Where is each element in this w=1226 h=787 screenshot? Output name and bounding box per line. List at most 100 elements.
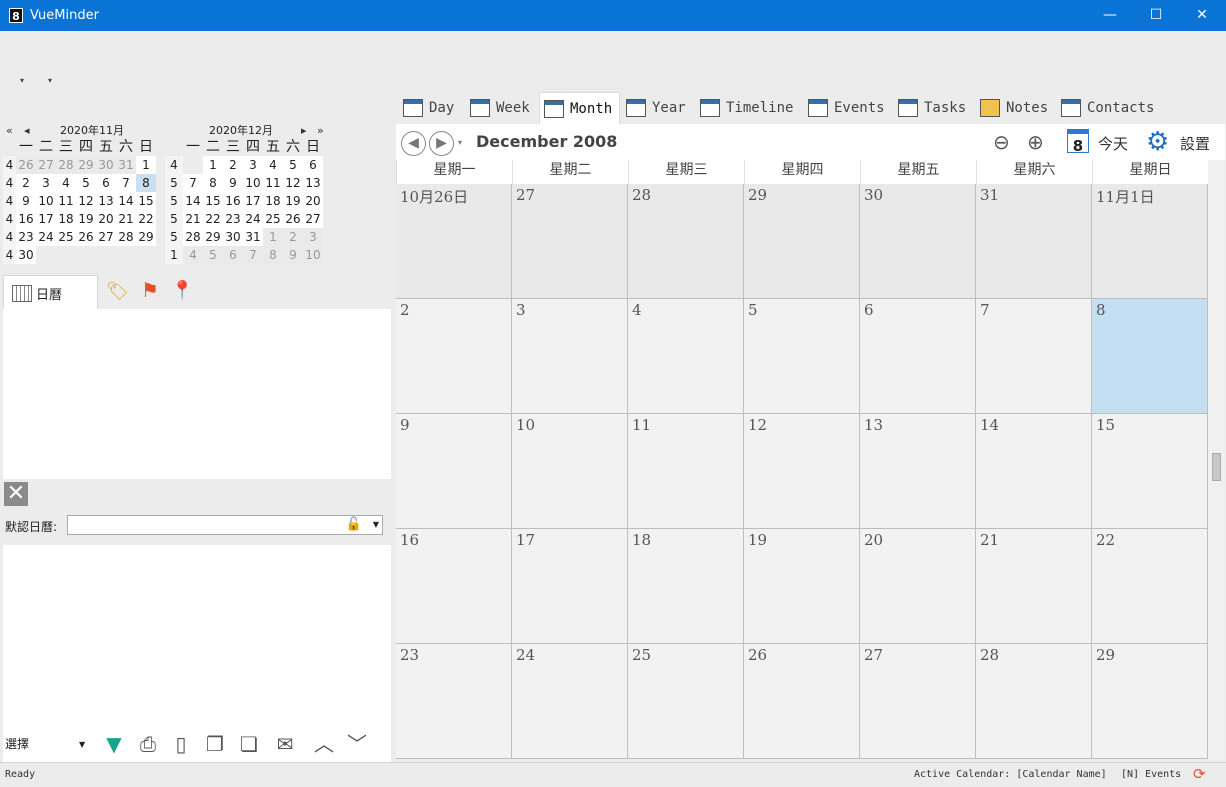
- next-month-button[interactable]: ▸: [301, 124, 307, 137]
- close-button[interactable]: ✕: [1179, 0, 1225, 31]
- tab-day[interactable]: Day: [403, 92, 463, 124]
- default-calendar-select[interactable]: 🔓 ▼: [67, 515, 383, 535]
- mini-cal-day[interactable]: 26: [76, 228, 96, 246]
- mini-cal-day[interactable]: 29: [76, 156, 96, 174]
- mini-cal-day[interactable]: 21: [116, 210, 136, 228]
- mini-cal-day[interactable]: 18: [263, 192, 283, 210]
- mini-cal-day[interactable]: 23: [16, 228, 36, 246]
- day-cell[interactable]: 22: [1092, 529, 1207, 643]
- mini-cal-day[interactable]: 19: [283, 192, 303, 210]
- day-cell[interactable]: 5: [744, 299, 859, 413]
- settings-button[interactable]: 設置: [1180, 133, 1210, 154]
- mini-cal-day[interactable]: 4: [56, 174, 76, 192]
- mini-cal-day[interactable]: 13: [303, 174, 323, 192]
- day-cell[interactable]: 29: [1092, 644, 1207, 758]
- day-cell[interactable]: 28: [976, 644, 1091, 758]
- down-arrow-icon[interactable]: ﹀: [345, 731, 369, 757]
- mini-cal-day[interactable]: 9: [16, 192, 36, 210]
- day-cell[interactable]: 4: [628, 299, 743, 413]
- mini-cal-day[interactable]: 2: [283, 228, 303, 246]
- day-cell[interactable]: 30: [860, 184, 975, 298]
- prev-period-button[interactable]: ◀: [401, 131, 426, 156]
- day-cell[interactable]: 9: [396, 414, 511, 528]
- mini-cal-day[interactable]: 23: [223, 210, 243, 228]
- mini-cal-day[interactable]: 16: [16, 210, 36, 228]
- mini-cal-day[interactable]: 16: [223, 192, 243, 210]
- next-year-button[interactable]: »: [317, 124, 324, 137]
- day-cell[interactable]: 15: [1092, 414, 1207, 528]
- vertical-scrollbar[interactable]: [1208, 160, 1225, 760]
- mini-cal-day[interactable]: 22: [203, 210, 223, 228]
- today-button[interactable]: 今天: [1098, 133, 1128, 154]
- day-cell[interactable]: 28: [628, 184, 743, 298]
- mini-cal-day[interactable]: 28: [183, 228, 203, 246]
- mini-cal-day[interactable]: 9: [223, 174, 243, 192]
- chevron-down-icon[interactable]: ▾: [458, 138, 462, 147]
- zoom-out-icon[interactable]: ⊖: [993, 130, 1010, 154]
- mini-cal-day[interactable]: 9: [283, 246, 303, 264]
- mini-cal-day[interactable]: 7: [243, 246, 263, 264]
- mini-cal-day[interactable]: 7: [116, 174, 136, 192]
- tab-year[interactable]: Year: [626, 92, 688, 124]
- mini-cal-day[interactable]: 30: [223, 228, 243, 246]
- day-cell[interactable]: 6: [860, 299, 975, 413]
- prev-month-button[interactable]: ◂: [24, 124, 30, 137]
- mini-cal-day[interactable]: 28: [116, 228, 136, 246]
- mini-cal-day[interactable]: 27: [96, 228, 116, 246]
- day-cell[interactable]: 26: [744, 644, 859, 758]
- copy-icon[interactable]: ❐: [203, 731, 227, 757]
- zoom-in-icon[interactable]: ⊕: [1027, 130, 1044, 154]
- mini-cal-day[interactable]: 5: [203, 246, 223, 264]
- mini-cal-day[interactable]: 27: [36, 156, 56, 174]
- mini-cal-day[interactable]: 3: [36, 174, 56, 192]
- mini-cal-day[interactable]: 31: [243, 228, 263, 246]
- mini-cal-day[interactable]: 11: [263, 174, 283, 192]
- mini-cal-day[interactable]: 5: [76, 174, 96, 192]
- select-chevron-icon[interactable]: ▼: [79, 740, 85, 749]
- mini-cal-day[interactable]: 1: [136, 156, 156, 174]
- mini-cal-day[interactable]: 12: [76, 192, 96, 210]
- day-cell[interactable]: 17: [512, 529, 627, 643]
- filter-icon[interactable]: ▼: [101, 731, 127, 757]
- day-cell[interactable]: 21: [976, 529, 1091, 643]
- mini-cal-day[interactable]: 4: [183, 246, 203, 264]
- mini-cal-day[interactable]: 4: [263, 156, 283, 174]
- minimize-button[interactable]: —: [1087, 0, 1133, 31]
- mini-cal-day[interactable]: 6: [96, 174, 116, 192]
- day-cell[interactable]: 7: [976, 299, 1091, 413]
- page-icon[interactable]: ▯: [169, 731, 193, 757]
- maximize-button[interactable]: ☐: [1133, 0, 1179, 31]
- mini-cal-day[interactable]: 1: [203, 156, 223, 174]
- mini-cal-day[interactable]: 11: [56, 192, 76, 210]
- mini-cal-day[interactable]: 21: [183, 210, 203, 228]
- day-cell[interactable]: 2: [396, 299, 511, 413]
- flag-icon[interactable]: ⚑: [141, 278, 159, 302]
- day-cell[interactable]: 31: [976, 184, 1091, 298]
- day-cell[interactable]: 12: [744, 414, 859, 528]
- toolbar-dropdown-2[interactable]: ▾: [48, 76, 52, 85]
- mini-cal-day[interactable]: 17: [36, 210, 56, 228]
- day-cell[interactable]: 27: [512, 184, 627, 298]
- mini-cal-day[interactable]: 5: [283, 156, 303, 174]
- mini-cal-day[interactable]: 18: [56, 210, 76, 228]
- location-icon[interactable]: 📍: [171, 280, 193, 301]
- paste-icon[interactable]: ❏: [237, 731, 261, 757]
- select-dropdown-label[interactable]: 選擇: [5, 735, 29, 752]
- refresh-icon[interactable]: ⟳: [1193, 765, 1206, 783]
- scrollbar-thumb[interactable]: [1212, 453, 1221, 481]
- mini-cal-day[interactable]: 20: [96, 210, 116, 228]
- toolbar-dropdown-1[interactable]: ▾: [20, 76, 24, 85]
- tab-calendars[interactable]: 日曆: [3, 275, 98, 310]
- day-cell[interactable]: 13: [860, 414, 975, 528]
- mini-cal-day[interactable]: 29: [203, 228, 223, 246]
- mini-cal-day[interactable]: 20: [303, 192, 323, 210]
- tab-contacts[interactable]: Contacts: [1061, 92, 1157, 124]
- mini-cal-day[interactable]: 25: [263, 210, 283, 228]
- mini-cal-day[interactable]: 6: [223, 246, 243, 264]
- mini-cal-day[interactable]: 26: [283, 210, 303, 228]
- mini-cal-day[interactable]: 22: [136, 210, 156, 228]
- day-cell[interactable]: 14: [976, 414, 1091, 528]
- mini-cal-day[interactable]: 10: [303, 246, 323, 264]
- mini-cal-day[interactable]: 3: [243, 156, 263, 174]
- close-icon[interactable]: ✕: [4, 482, 28, 506]
